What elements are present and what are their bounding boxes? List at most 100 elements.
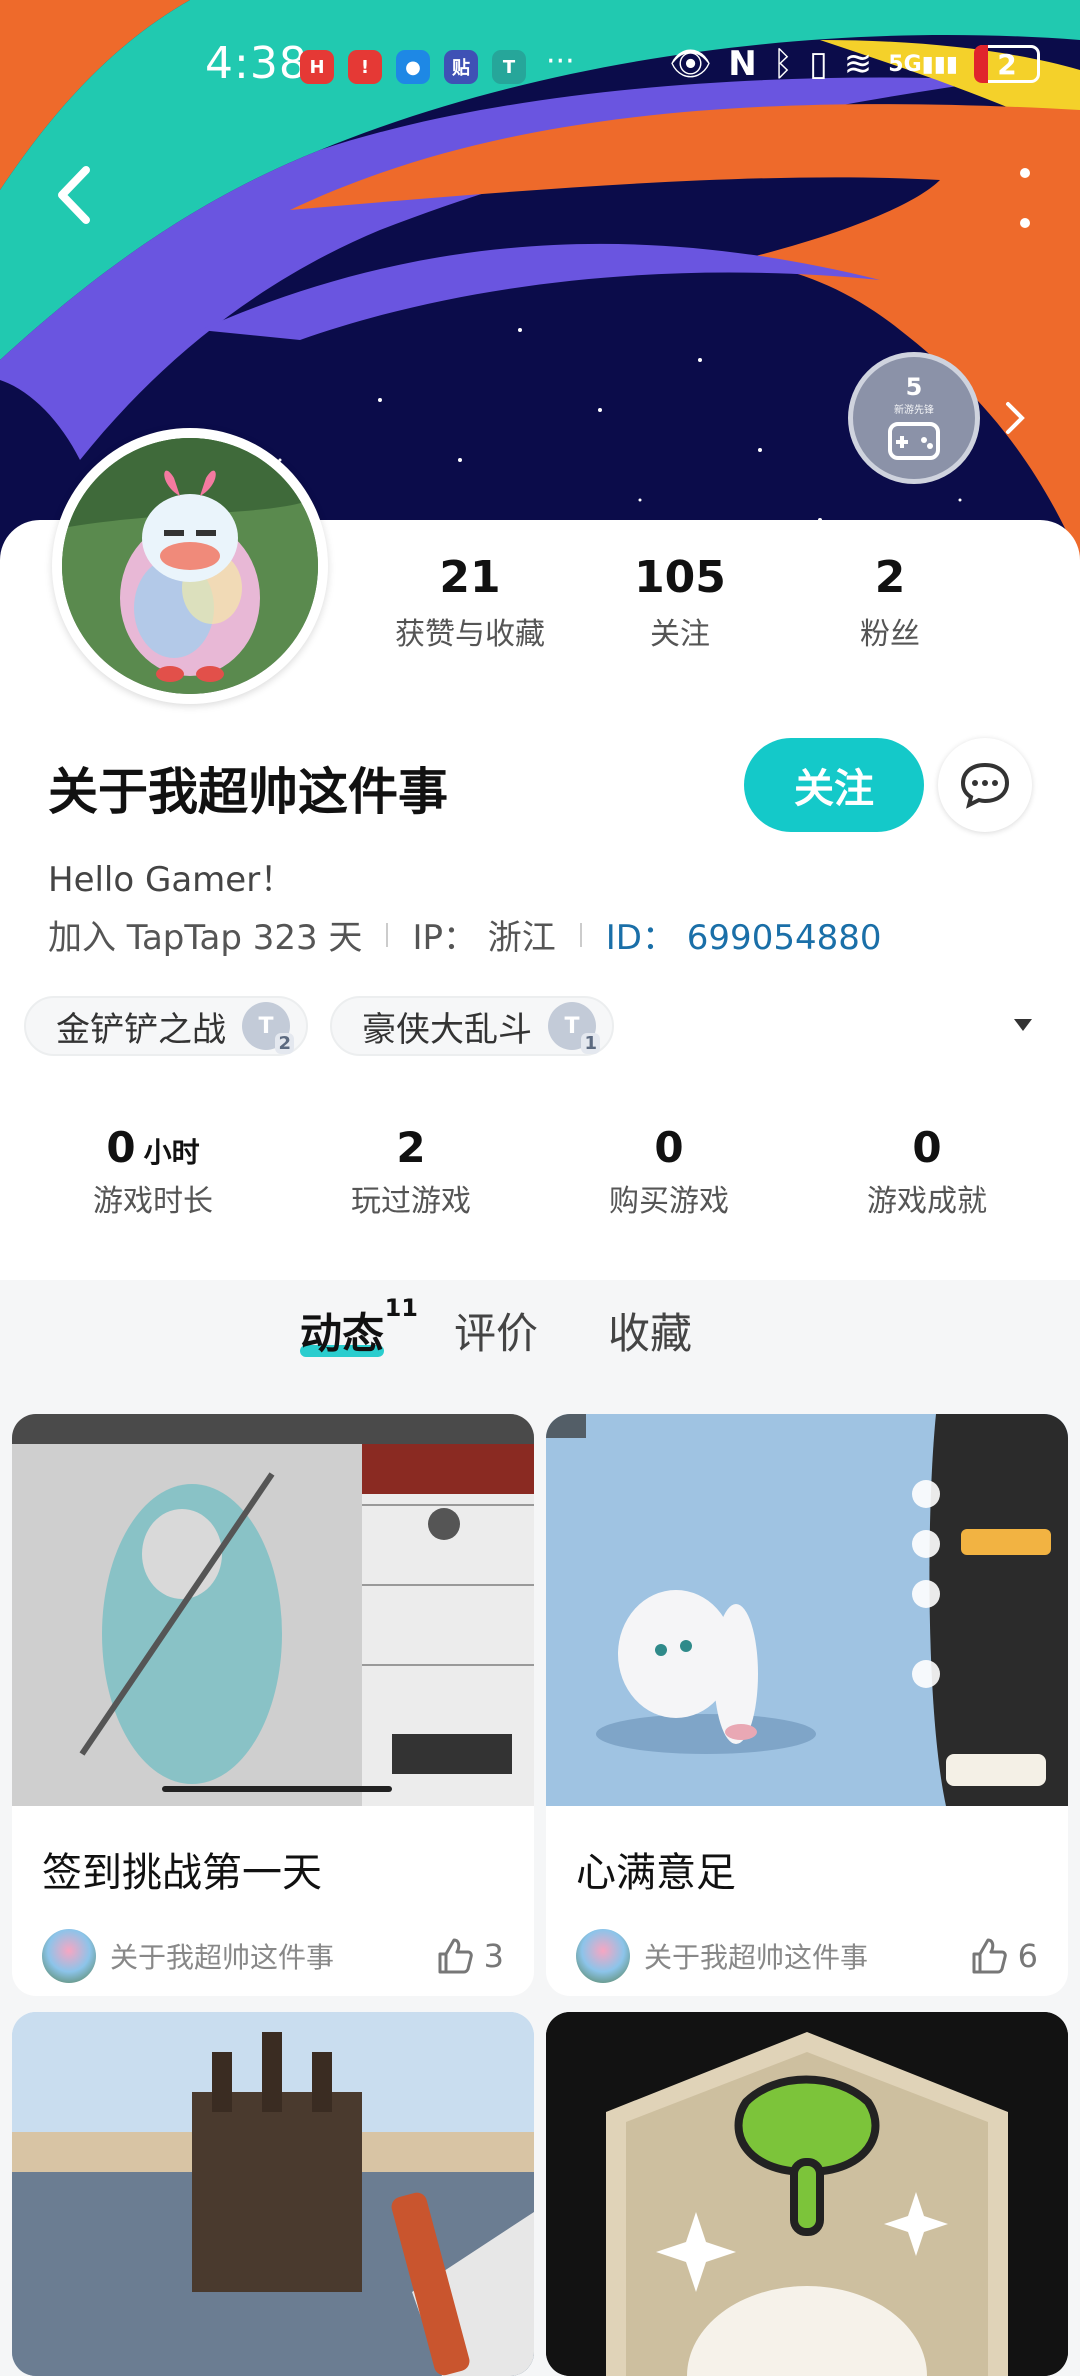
profile-name: 关于我超帅这件事 — [48, 763, 448, 821]
more-options-icon[interactable] — [1010, 168, 1040, 228]
stat-value: 0 — [106, 1122, 136, 1172]
game-tag[interactable]: 金铲铲之战 T2 — [24, 996, 308, 1056]
game-screenshot-image — [546, 1414, 1068, 1806]
eye-comfort-icon: 👁 — [669, 44, 713, 84]
like-button[interactable]: 6 — [968, 1936, 1038, 1976]
avatar[interactable] — [52, 428, 328, 704]
vibrate-icon: ▯ — [809, 44, 828, 84]
stat-following[interactable]: 105 关注 — [580, 552, 780, 653]
level-badge-icon: T2 — [242, 1002, 294, 1054]
battery-icon: 2 — [974, 45, 1040, 83]
join-days: 加入 TapTap 323 天 — [48, 918, 363, 958]
stat-value: 0 — [654, 1122, 684, 1172]
message-app-icon: ● — [396, 50, 430, 84]
game-tag[interactable]: 豪侠大乱斗 T1 — [330, 996, 614, 1056]
stat-value: 0 — [912, 1122, 942, 1172]
meta-divider — [386, 922, 389, 947]
post-title: 签到挑战第一天 — [42, 1850, 322, 1896]
level-number: 1 — [581, 1033, 600, 1054]
gamepad-icon — [888, 422, 940, 460]
like-count: 3 — [483, 1937, 504, 1975]
stat-label: 获赞与收藏 — [395, 617, 545, 652]
nfc-icon: N — [728, 44, 757, 84]
stat-label: 游戏成就 — [867, 1183, 987, 1219]
status-indicators: 👁 N ᛒ ▯ ≋ 5G▮▮▮ 2 — [669, 44, 1040, 84]
tab-moments[interactable]: 动态 11 — [300, 1294, 418, 1361]
status-bar: 4:38 H ! ● 贴 T ··· 👁 N ᛒ ▯ ≋ 5G▮▮▮ 2 — [0, 0, 1080, 140]
tab-reviews[interactable]: 评价 — [454, 1300, 538, 1361]
stat-label: 关注 — [650, 617, 710, 652]
game-stats-panel: 0 小时 游戏时长 2 玩过游戏 0 购买游戏 0 游戏成就 — [24, 1092, 1056, 1250]
stat-unit: 小时 — [143, 1135, 200, 1169]
meta-divider — [579, 922, 582, 947]
sprout-badge-image — [546, 2012, 1068, 2376]
stat-label: 游戏时长 — [93, 1183, 213, 1219]
message-button[interactable] — [938, 738, 1032, 832]
notification-app-icon: ! — [348, 50, 382, 84]
achievement-badge[interactable]: 5 新游先锋 — [848, 352, 980, 484]
stat-games-played[interactable]: 2 玩过游戏 — [291, 1123, 531, 1220]
post-title: 心满意足 — [576, 1850, 736, 1896]
profile-bio: Hello Gamer！ — [48, 860, 295, 900]
taptap-app-icon: T — [492, 50, 526, 84]
post-card[interactable]: 心满意足 关于我超帅这件事 6 — [546, 1414, 1068, 1996]
post-card[interactable]: 签到挑战第一天 关于我超帅这件事 3 — [12, 1414, 534, 1996]
post-thumbnail — [12, 1414, 534, 1806]
stat-value: 21 — [439, 552, 501, 603]
author-avatar — [576, 1929, 630, 1983]
stat-label: 粉丝 — [860, 617, 920, 652]
level-badge-icon: T1 — [548, 1002, 600, 1054]
wifi-icon: ≋ — [843, 44, 873, 84]
stat-games-bought[interactable]: 0 购买游戏 — [549, 1123, 789, 1220]
thumbs-up-icon — [972, 1938, 1007, 1974]
stat-label: 玩过游戏 — [351, 1183, 471, 1219]
stat-value: 105 — [634, 552, 726, 603]
game-tag-label: 金铲铲之战 — [56, 1009, 226, 1050]
more-notifications-icon: ··· — [546, 43, 575, 79]
notification-icons: H ! ● 贴 T ··· — [300, 44, 575, 84]
tab-favorites[interactable]: 收藏 — [608, 1300, 692, 1361]
post-thumbnail — [546, 2012, 1068, 2376]
game-screenshot-image — [12, 1414, 534, 1806]
level-number: 2 — [275, 1033, 294, 1054]
stat-label: 购买游戏 — [609, 1183, 729, 1219]
game-screenshot-image — [12, 2012, 534, 2376]
profile-meta: 加入 TapTap 323 天 IP： 浙江 ID： 699054880 — [48, 910, 881, 959]
follow-button[interactable]: 关注 — [744, 738, 924, 832]
tab-count: 11 — [384, 1294, 419, 1322]
back-arrow-icon[interactable] — [46, 160, 106, 230]
like-button[interactable]: 3 — [434, 1936, 504, 1976]
chat-bubble-icon — [960, 762, 1010, 809]
content-tabs: 动态 11 评价 收藏 — [300, 1294, 692, 1361]
stat-value: 2 — [396, 1122, 426, 1172]
post-author: 关于我超帅这件事 — [110, 1941, 335, 1974]
bluetooth-icon: ᛒ — [772, 44, 794, 84]
achievement-number: 5 — [905, 373, 923, 401]
post-card[interactable] — [546, 2012, 1068, 2376]
tieba-app-icon: 贴 — [444, 50, 478, 84]
avatar-character-icon — [62, 438, 318, 694]
expand-tags-icon[interactable] — [1012, 1016, 1034, 1034]
author-avatar — [42, 1929, 96, 1983]
chevron-right-icon[interactable] — [1000, 398, 1028, 438]
status-time: 4:38 — [205, 38, 308, 89]
huawei-app-icon: H — [300, 50, 334, 84]
post-thumbnail — [546, 1414, 1068, 1806]
achievement-label: 新游先锋 — [894, 405, 934, 416]
ip-location: IP： 浙江 — [412, 918, 556, 958]
stat-value: 2 — [874, 552, 906, 603]
stat-followers[interactable]: 2 粉丝 — [790, 552, 990, 653]
stat-likes[interactable]: 21 获赞与收藏 — [370, 552, 570, 653]
like-count: 6 — [1017, 1937, 1038, 1975]
post-thumbnail — [12, 2012, 534, 2376]
game-tags: 金铲铲之战 T2 豪侠大乱斗 T1 — [24, 996, 614, 1056]
user-id[interactable]: ID： 699054880 — [606, 910, 882, 959]
stat-play-time[interactable]: 0 小时 游戏时长 — [33, 1123, 273, 1220]
game-tag-label: 豪侠大乱斗 — [362, 1009, 532, 1050]
post-card[interactable] — [12, 2012, 534, 2376]
profile-stats: 21 获赞与收藏 105 关注 2 粉丝 — [370, 552, 990, 653]
thumbs-up-icon — [438, 1938, 473, 1974]
post-author: 关于我超帅这件事 — [644, 1941, 869, 1974]
stat-achievements[interactable]: 0 游戏成就 — [807, 1123, 1047, 1220]
signal-icon: 5G▮▮▮ — [888, 51, 958, 77]
